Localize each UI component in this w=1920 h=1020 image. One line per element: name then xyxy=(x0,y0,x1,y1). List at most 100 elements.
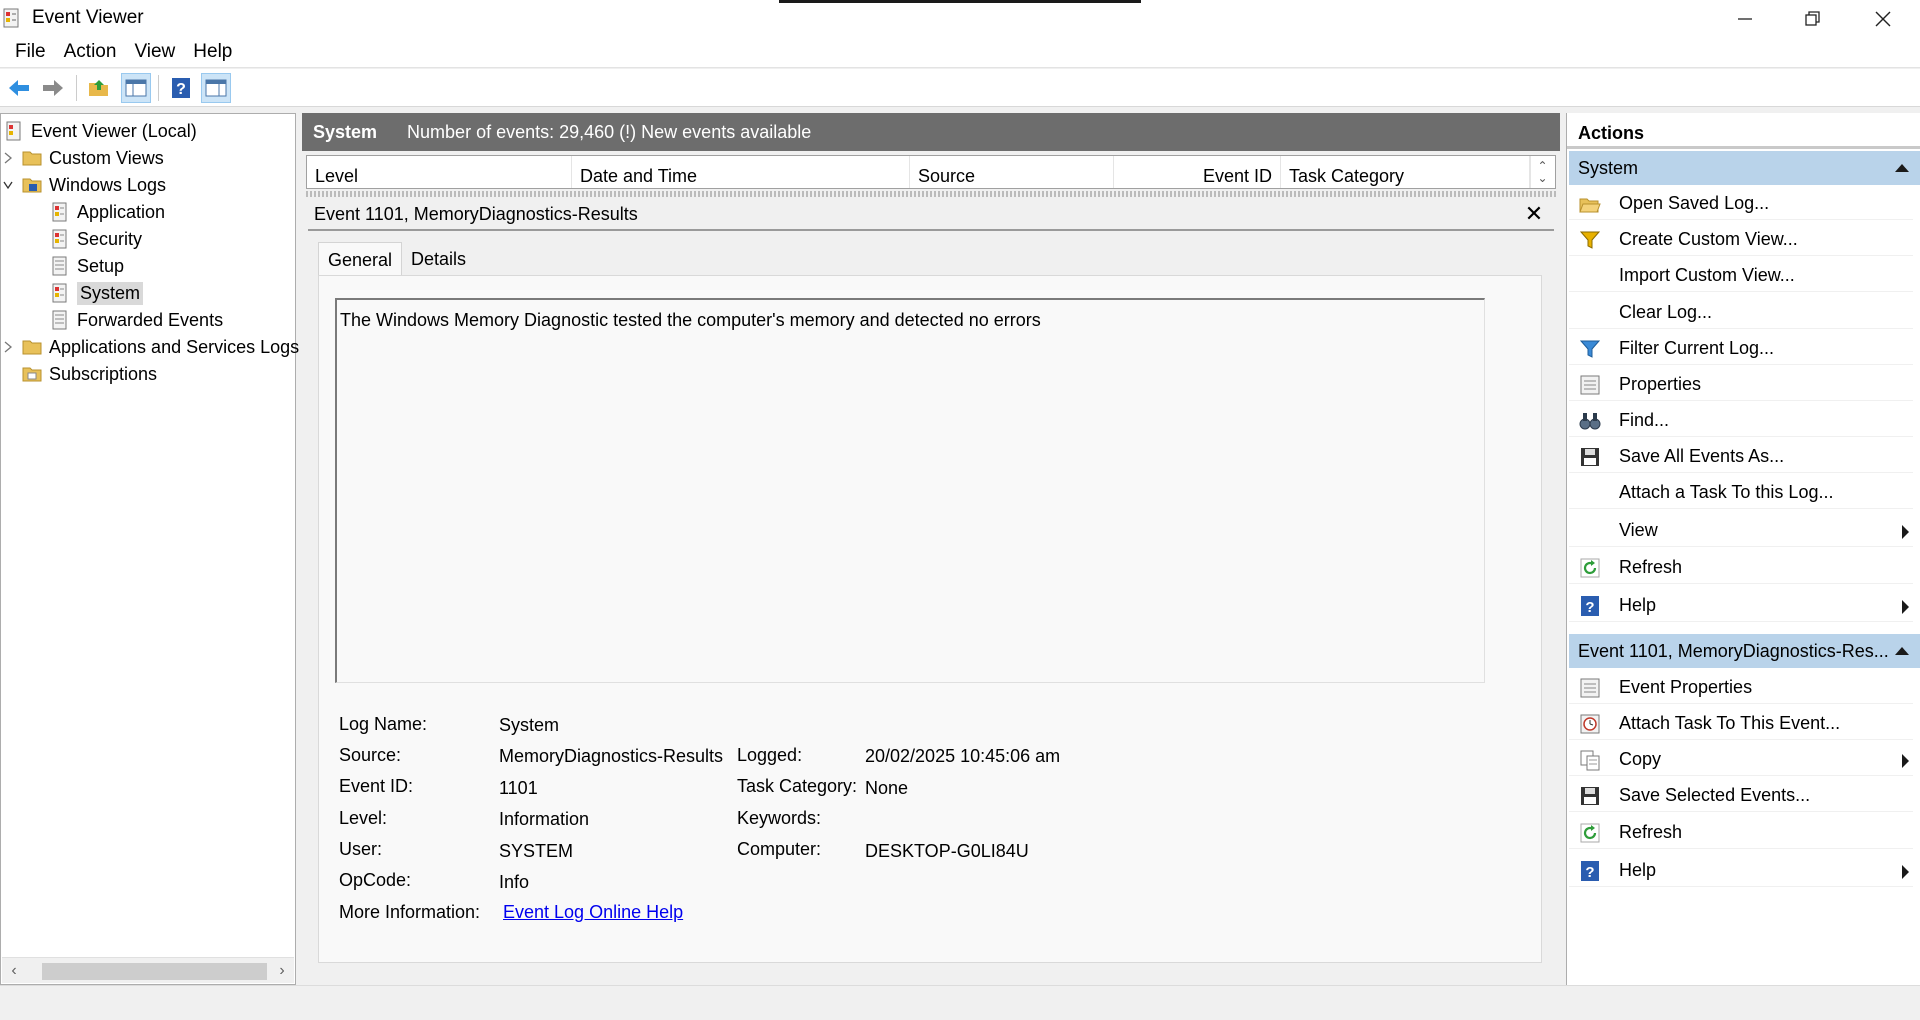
show-hide-action-pane-button[interactable] xyxy=(201,73,231,103)
tab-details[interactable]: Details xyxy=(402,242,475,276)
funnel-icon xyxy=(1578,337,1602,361)
back-button[interactable] xyxy=(4,73,34,103)
error-log-icon xyxy=(49,282,71,304)
tree-item-forwarded-events[interactable]: Forwarded Events xyxy=(49,307,223,333)
help-toolbar-button[interactable]: ? xyxy=(166,73,196,103)
column-source[interactable]: Source xyxy=(910,156,1114,188)
refresh-icon xyxy=(1578,556,1602,580)
event-list-header: Level Date and Time Source Event ID Task… xyxy=(306,155,1556,189)
action-save-selected-events[interactable]: Save Selected Events... xyxy=(1569,780,1913,812)
actions-section-event[interactable]: Event 1101, MemoryDiagnostics-Res... xyxy=(1569,634,1920,668)
up-one-level-button[interactable] xyxy=(84,73,114,103)
error-log-icon xyxy=(49,228,71,250)
event-log-online-help-link[interactable]: Event Log Online Help xyxy=(503,902,683,923)
action-label: Filter Current Log... xyxy=(1619,338,1775,358)
scroll-right-icon[interactable]: › xyxy=(272,960,292,982)
restore-icon xyxy=(1805,10,1820,26)
action-label: Find... xyxy=(1619,410,1670,430)
action-create-custom-view[interactable]: Create Custom View... xyxy=(1569,224,1913,256)
action-open-saved-log[interactable]: Open Saved Log... xyxy=(1569,188,1913,220)
tree-item-custom-views[interactable]: Custom Views xyxy=(21,145,164,171)
action-view[interactable]: View xyxy=(1569,515,1913,547)
close-detail-icon[interactable]: ✕ xyxy=(1522,201,1546,226)
funnel-icon xyxy=(1578,228,1602,252)
menu-file[interactable]: File xyxy=(6,38,55,66)
event-viewer-app-icon xyxy=(3,8,21,28)
forward-button[interactable] xyxy=(38,73,68,103)
menu-bar: File Action View Help xyxy=(0,37,1920,68)
close-icon xyxy=(1875,11,1891,26)
close-button[interactable] xyxy=(1848,0,1918,37)
open-folder-icon xyxy=(1578,192,1602,216)
tree-item-subscriptions[interactable]: Subscriptions xyxy=(21,361,157,387)
minimize-icon xyxy=(1738,17,1752,20)
tree-item-applications-services-logs[interactable]: Applications and Services Logs xyxy=(21,334,299,360)
action-refresh[interactable]: Refresh xyxy=(1569,552,1913,584)
svg-text:?: ? xyxy=(1585,864,1594,881)
collapse-caret-icon[interactable] xyxy=(1895,164,1909,172)
floppy-disk-icon xyxy=(1578,784,1602,808)
refresh-icon xyxy=(1578,821,1602,845)
tree-item-windows-logs[interactable]: Windows Logs xyxy=(21,172,166,198)
action-attach-task-to-log[interactable]: Attach a Task To this Log... xyxy=(1569,477,1913,509)
scrollbar-thumb[interactable] xyxy=(42,963,267,980)
menu-action[interactable]: Action xyxy=(55,38,126,66)
tree-item-event-viewer-local[interactable]: Event Viewer (Local) xyxy=(3,118,197,144)
action-filter-current-log[interactable]: Filter Current Log... xyxy=(1569,333,1913,365)
task-category-label: Task Category: xyxy=(737,776,858,796)
horizontal-scrollbar[interactable]: ‹ › xyxy=(2,957,294,983)
section-title: System xyxy=(1578,158,1639,178)
action-label: Save All Events As... xyxy=(1619,446,1785,466)
actions-pane: Actions System Open Saved Log... Create … xyxy=(1566,113,1920,985)
menu-view[interactable]: View xyxy=(125,38,184,66)
action-attach-task-to-event[interactable]: Attach Task To This Event... xyxy=(1569,708,1913,740)
tree-label: Event Viewer (Local) xyxy=(31,120,197,141)
tree-item-application[interactable]: Application xyxy=(49,199,165,225)
action-save-all-events-as[interactable]: Save All Events As... xyxy=(1569,441,1913,473)
scroll-left-icon[interactable]: ‹ xyxy=(4,960,24,982)
collapse-caret-icon[interactable] xyxy=(1895,647,1909,655)
action-copy[interactable]: Copy xyxy=(1569,744,1913,776)
windows-logs-folder-icon xyxy=(21,174,43,196)
action-properties[interactable]: Properties xyxy=(1569,369,1913,401)
scroll-down-icon[interactable]: ⌄ xyxy=(1537,172,1547,184)
submenu-arrow-icon xyxy=(1902,754,1909,768)
tree-label: System xyxy=(77,281,144,305)
tab-general[interactable]: General xyxy=(318,242,403,276)
folder-icon xyxy=(21,336,43,358)
action-clear-log[interactable]: Clear Log... xyxy=(1569,297,1913,329)
restore-button[interactable] xyxy=(1778,0,1848,37)
svg-text:?: ? xyxy=(176,81,186,98)
action-label: Refresh xyxy=(1619,822,1683,842)
action-import-custom-view[interactable]: Import Custom View... xyxy=(1569,260,1913,292)
action-find[interactable]: Find... xyxy=(1569,405,1913,437)
tree-label: Forwarded Events xyxy=(77,309,224,330)
action-event-properties[interactable]: Event Properties xyxy=(1569,672,1913,704)
event-description[interactable]: The Windows Memory Diagnostic tested the… xyxy=(335,298,1485,683)
tree-item-setup[interactable]: Setup xyxy=(49,253,124,279)
pane-splitter[interactable] xyxy=(306,191,1556,197)
submenu-arrow-icon xyxy=(1902,865,1909,879)
show-hide-console-tree-button[interactable] xyxy=(121,73,151,103)
task-category-value: None xyxy=(865,778,909,798)
forward-arrow-icon xyxy=(43,80,63,96)
minimize-button[interactable] xyxy=(1710,0,1780,37)
help-icon: ? xyxy=(1578,594,1602,618)
menu-help[interactable]: Help xyxy=(184,38,241,66)
column-date-time[interactable]: Date and Time xyxy=(572,156,910,188)
actions-section-system[interactable]: System xyxy=(1569,151,1920,185)
tree-label: Subscriptions xyxy=(49,363,158,384)
actions-title: Actions xyxy=(1567,113,1920,149)
tree-item-security[interactable]: Security xyxy=(49,226,142,252)
action-refresh-event[interactable]: Refresh xyxy=(1569,817,1913,849)
tree-item-system[interactable]: System xyxy=(49,280,144,306)
expand-chevron-icon[interactable] xyxy=(3,149,13,164)
action-help[interactable]: ? Help xyxy=(1569,590,1913,622)
collapse-chevron-icon[interactable] xyxy=(3,176,13,190)
column-level[interactable]: Level xyxy=(307,156,572,188)
column-event-id[interactable]: Event ID xyxy=(1114,156,1281,188)
column-task-category[interactable]: Task Category xyxy=(1281,156,1531,188)
action-help-event[interactable]: ? Help xyxy=(1569,855,1913,887)
expand-chevron-icon[interactable] xyxy=(3,338,13,353)
event-list-scrollbar[interactable]: ⌃ ⌄ xyxy=(1529,156,1555,188)
